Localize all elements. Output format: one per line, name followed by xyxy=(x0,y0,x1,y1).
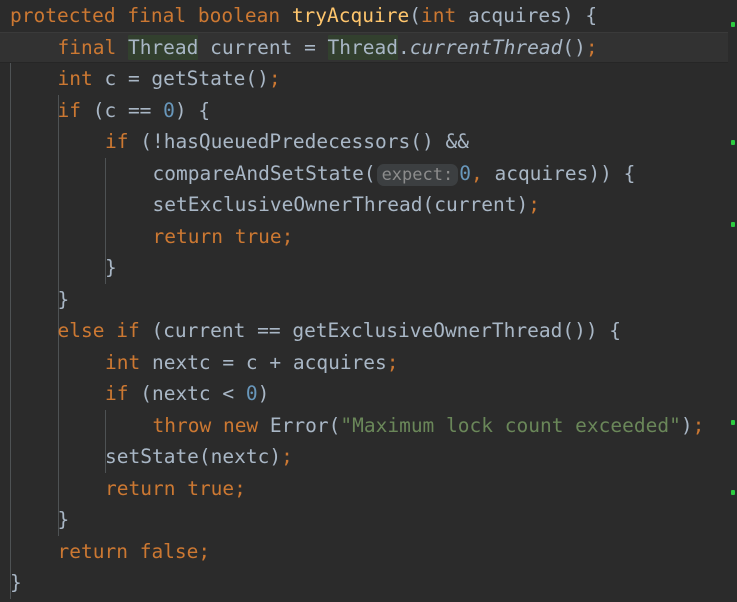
code-token: int xyxy=(57,67,93,90)
code-token: acquires)) { xyxy=(482,161,636,185)
code-token: if xyxy=(116,319,140,342)
code-line[interactable]: int nextc = c + acquires; xyxy=(0,347,737,379)
code-token: , xyxy=(470,161,483,185)
code-token: if xyxy=(57,98,81,122)
code-token: (nextc < xyxy=(128,382,246,405)
code-token: setExclusiveOwnerThread(current) xyxy=(152,193,529,216)
code-text-area[interactable]: protected final boolean tryAcquire(int a… xyxy=(0,0,737,602)
code-editor[interactable]: protected final boolean tryAcquire(int a… xyxy=(0,0,737,602)
error-stripe-marker[interactable] xyxy=(731,420,735,425)
code-line[interactable]: setState(nextc); xyxy=(0,441,737,473)
code-token: "Maximum lock count exceeded" xyxy=(340,413,681,437)
code-token: acquires) { xyxy=(456,4,598,27)
code-line[interactable]: return true; xyxy=(0,221,737,253)
error-stripe-marker[interactable] xyxy=(731,222,735,227)
code-token: () xyxy=(562,35,586,59)
code-token: } xyxy=(105,256,117,279)
error-stripe-gutter[interactable] xyxy=(728,0,737,602)
code-token: ; xyxy=(268,67,281,90)
code-token: } xyxy=(57,287,70,311)
code-token: nextc = c + acquires xyxy=(140,350,387,374)
code-token: ) xyxy=(257,382,270,405)
code-token: if xyxy=(105,382,129,405)
inlay-parameter-hint[interactable]: expect: xyxy=(376,163,459,186)
code-token: int xyxy=(105,350,141,374)
code-token: } xyxy=(57,508,70,531)
code-line[interactable]: return true; xyxy=(0,473,737,505)
code-token: int xyxy=(420,4,457,27)
usage-highlight-token: Thread xyxy=(127,34,199,60)
code-token: final xyxy=(127,4,187,27)
code-token: 0 xyxy=(245,382,258,405)
code-line[interactable]: } xyxy=(0,252,737,284)
code-line[interactable]: setExclusiveOwnerThread(current); xyxy=(0,189,737,221)
code-line[interactable]: } xyxy=(0,504,737,536)
code-token: false xyxy=(139,539,199,563)
error-stripe-marker[interactable] xyxy=(731,22,735,27)
code-token: (current == getExclusiveOwnerThread()) { xyxy=(139,319,622,342)
code-line[interactable]: final Thread current = Thread.currentThr… xyxy=(0,31,737,63)
code-line[interactable]: } xyxy=(0,567,737,599)
code-token: 0 xyxy=(163,98,175,122)
code-token: return xyxy=(152,224,223,248)
code-token: ( xyxy=(409,4,421,27)
code-line[interactable]: if (nextc < 0) xyxy=(0,378,737,410)
code-token: (c == xyxy=(80,98,164,122)
code-token: ; xyxy=(281,224,294,248)
code-line[interactable]: if (!hasQueuedPredecessors() && xyxy=(0,126,737,158)
code-line[interactable]: return false; xyxy=(0,536,737,568)
code-token: true xyxy=(234,224,282,248)
code-token: boolean xyxy=(197,4,281,27)
code-line[interactable]: protected final boolean tryAcquire(int a… xyxy=(0,0,737,32)
code-token: } xyxy=(10,571,22,594)
code-token: setState(nextc) xyxy=(105,445,282,468)
error-stripe-marker[interactable] xyxy=(731,490,735,495)
code-line[interactable]: int c = getState(); xyxy=(0,63,737,95)
code-line[interactable]: throw new Error("Maximum lock count exce… xyxy=(0,410,737,442)
code-token: final xyxy=(57,35,117,59)
code-token: (!hasQueuedPredecessors() && xyxy=(128,130,469,153)
code-token: ; xyxy=(386,350,399,374)
code-token: current = xyxy=(198,35,328,59)
code-token: else xyxy=(57,319,105,342)
code-line[interactable]: else if (current == getExclusiveOwnerThr… xyxy=(0,315,737,347)
code-token: ) xyxy=(680,413,693,437)
code-token: c = getState() xyxy=(92,67,269,90)
code-line[interactable]: } xyxy=(0,284,737,316)
code-token: new xyxy=(222,413,259,437)
code-token: true xyxy=(187,476,235,500)
code-token: return xyxy=(57,539,128,563)
code-line[interactable]: if (c == 0) { xyxy=(0,95,737,127)
code-token: ; xyxy=(585,35,598,59)
code-token: . xyxy=(398,35,410,59)
code-token: return xyxy=(105,476,176,500)
code-token: tryAcquire xyxy=(291,4,410,27)
code-token: currentThread xyxy=(409,35,563,59)
usage-highlight-token: Thread xyxy=(327,34,398,60)
code-token: ; xyxy=(234,476,246,500)
code-line[interactable]: compareAndSetState(expect: 0, acquires)) … xyxy=(0,158,737,190)
code-token: compareAndSetState( xyxy=(152,161,376,185)
code-token: protected xyxy=(10,4,116,27)
code-token: ; xyxy=(198,539,211,563)
code-token: ) { xyxy=(174,98,211,122)
code-token: throw xyxy=(152,413,212,437)
code-token: Error( xyxy=(258,413,341,437)
code-token: 0 xyxy=(459,161,471,185)
code-token: ; xyxy=(692,413,705,437)
code-token: ; xyxy=(281,445,293,468)
code-token: ; xyxy=(528,193,540,216)
code-token: if xyxy=(105,130,129,153)
error-stripe-marker[interactable] xyxy=(731,140,735,145)
